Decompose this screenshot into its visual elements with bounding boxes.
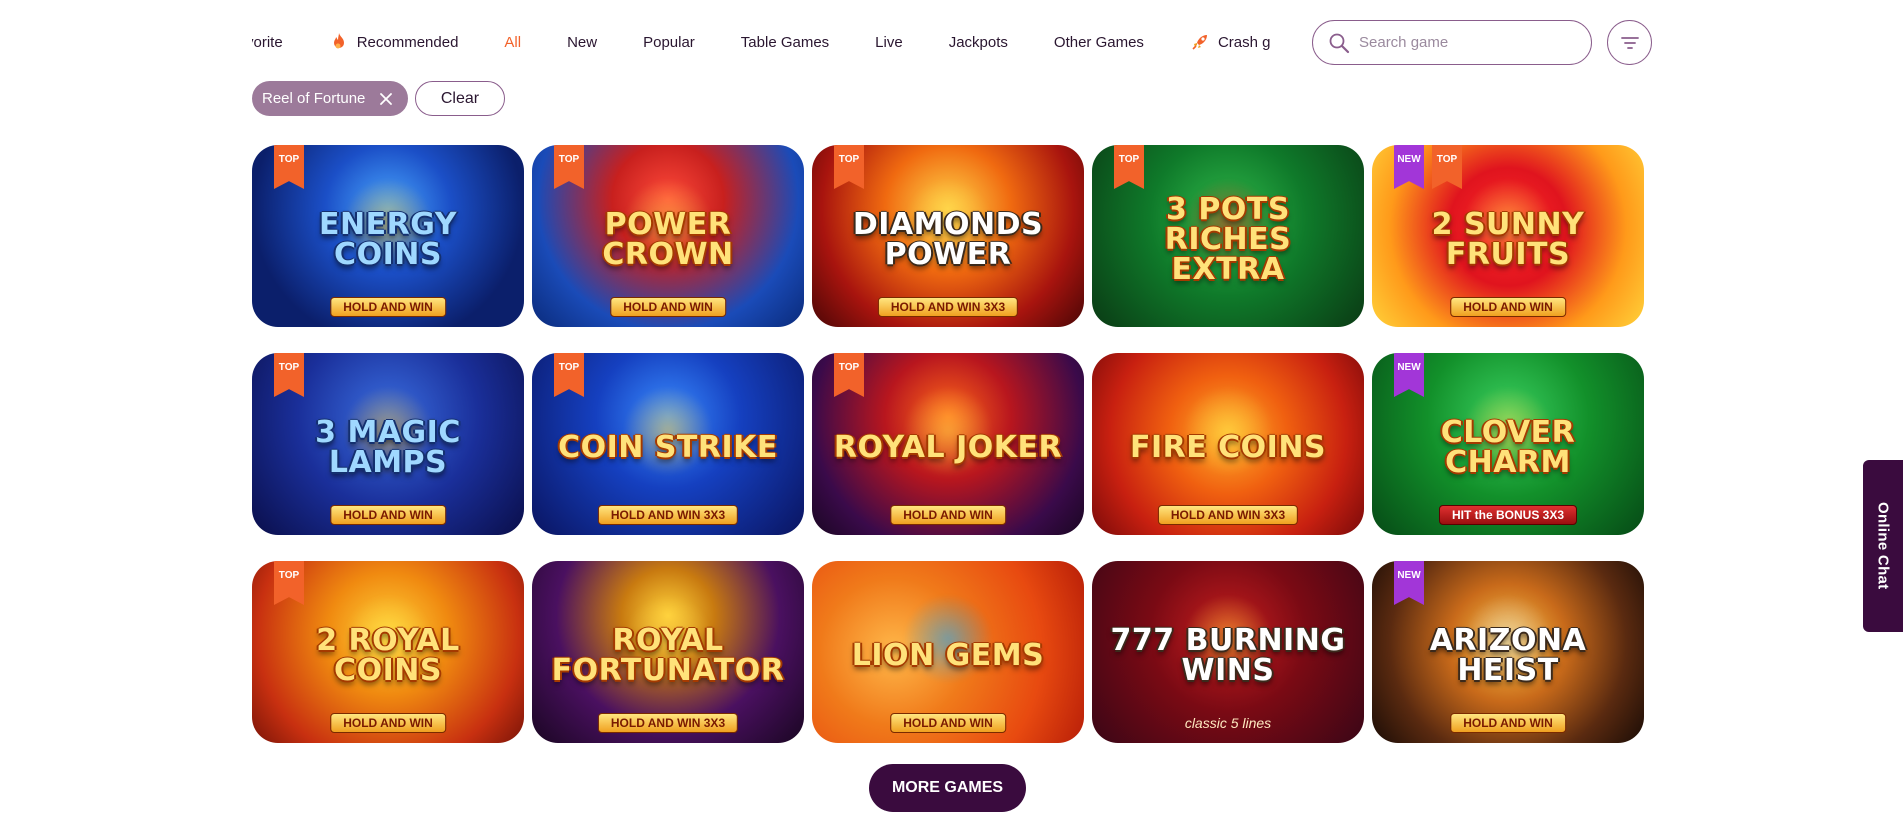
more-games-button[interactable]: MORE GAMES (869, 764, 1026, 812)
game-grid: TOP Energy Coins HOLD AND WIN TOP Power Crow… (252, 145, 1644, 743)
game-title: 777 Burning Wins (1110, 622, 1346, 688)
category-label: Crash g (1217, 33, 1271, 51)
category-label: Table Games (740, 33, 830, 51)
game-tile[interactable]: TOP Diamonds Power HOLD AND WIN 3X3 (812, 145, 1084, 327)
category-crash-games[interactable]: Crash g (1167, 20, 1292, 64)
category-label: Live (875, 33, 903, 51)
flame-icon (333, 33, 344, 49)
game-title: Clover Charm (1440, 414, 1576, 480)
game-title: 2 Sunny Fruits (1431, 206, 1585, 272)
game-title: Power Crown (602, 206, 734, 272)
category-table-games[interactable]: Table Games (718, 20, 852, 64)
game-subtitle: HOLD AND WIN 3X3 (1157, 505, 1299, 525)
search-box (1312, 20, 1592, 65)
online-chat-label: Online Chat (1874, 502, 1892, 590)
game-subtitle: HOLD AND WIN (890, 713, 1006, 733)
category-other-games[interactable]: Other Games (1031, 20, 1167, 64)
game-title: Coin Strike (558, 429, 778, 465)
category-jackpots[interactable]: Jackpots (926, 20, 1031, 64)
game-tile[interactable]: TOP Royal Joker HOLD AND WIN (812, 353, 1084, 535)
game-tile[interactable]: TOP 2 Royal Coins HOLD AND WIN (252, 561, 524, 743)
category-bar: vorite Recommended All New Popular Table… (252, 20, 1292, 64)
clear-filters-button[interactable]: Clear (415, 81, 505, 116)
search-icon (1329, 33, 1350, 53)
game-tile[interactable]: TOP 3 Pots Riches Extra (1092, 145, 1364, 327)
game-subtitle: HOLD AND WIN 3X3 (597, 505, 739, 525)
category-recommended[interactable]: Recommended (306, 20, 482, 64)
category-label: Other Games (1053, 33, 1144, 51)
chip-label: Reel of Fortune (262, 90, 366, 107)
game-title: 3 Pots Riches Extra (1164, 191, 1292, 287)
game-subtitle: HOLD AND WIN (330, 297, 446, 317)
search-input[interactable] (1359, 34, 1579, 51)
game-tile[interactable]: Fire Coins HOLD AND WIN 3X3 (1092, 353, 1364, 535)
game-title: Royal Joker (833, 429, 1063, 465)
game-subtitle: HOLD AND WIN (610, 297, 726, 317)
game-tile[interactable]: TOP Energy Coins HOLD AND WIN (252, 145, 524, 327)
category-label: Jackpots (948, 33, 1008, 51)
category-label: New (567, 33, 598, 51)
game-tile[interactable]: Royal Fortunator HOLD AND WIN 3X3 (532, 561, 804, 743)
filter-button[interactable] (1607, 20, 1652, 65)
active-filter-chip[interactable]: Reel of Fortune (252, 81, 408, 116)
game-tile[interactable]: NEW TOP 2 Sunny Fruits HOLD AND WIN (1372, 145, 1644, 327)
close-icon[interactable] (379, 92, 393, 106)
category-live[interactable]: Live (852, 20, 926, 64)
game-title: Energy Coins (319, 206, 457, 272)
category-label: All (504, 33, 522, 51)
category-all[interactable]: All (481, 20, 544, 64)
game-subtitle: HOLD AND WIN (330, 713, 446, 733)
game-subtitle: HOLD AND WIN (1450, 297, 1566, 317)
category-favorite[interactable]: vorite (252, 20, 306, 64)
game-subtitle: HOLD AND WIN 3X3 (597, 713, 739, 733)
game-subtitle: classic 5 lines (1184, 715, 1272, 731)
game-title: Diamonds Power (852, 206, 1044, 272)
category-new[interactable]: New (544, 20, 620, 64)
game-subtitle: HOLD AND WIN (330, 505, 446, 525)
game-subtitle: HOLD AND WIN 3X3 (877, 297, 1019, 317)
game-tile[interactable]: NEW Clover Charm HIT the BONUS 3X3 (1372, 353, 1644, 535)
category-label: Recommended (356, 33, 459, 51)
game-title: Fire Coins (1129, 429, 1327, 465)
online-chat-button[interactable]: Online Chat (1863, 460, 1903, 632)
rocket-icon (1192, 35, 1207, 50)
game-subtitle: HOLD AND WIN (890, 505, 1006, 525)
category-label: Popular (643, 33, 695, 51)
game-title: 3 Magic Lamps (315, 414, 461, 480)
category-popular[interactable]: Popular (620, 20, 718, 64)
game-tile[interactable]: 777 Burning Wins classic 5 lines (1092, 561, 1364, 743)
game-subtitle: HOLD AND WIN (1450, 713, 1566, 733)
game-tile[interactable]: TOP Coin Strike HOLD AND WIN 3X3 (532, 353, 804, 535)
game-tile[interactable]: TOP 3 Magic Lamps HOLD AND WIN (252, 353, 524, 535)
game-tile[interactable]: Lion Gems HOLD AND WIN (812, 561, 1084, 743)
category-label: vorite (252, 33, 283, 51)
game-title: Arizona Heist (1429, 622, 1587, 688)
filter-icon (1620, 36, 1639, 49)
game-title: Lion Gems (851, 637, 1045, 673)
game-subtitle: HIT the BONUS 3X3 (1438, 505, 1578, 525)
game-title: 2 Royal Coins (316, 622, 460, 688)
game-tile[interactable]: NEW Arizona Heist HOLD AND WIN (1372, 561, 1644, 743)
game-tile[interactable]: TOP Power Crown HOLD AND WIN (532, 145, 804, 327)
game-title: Royal Fortunator (551, 622, 785, 688)
